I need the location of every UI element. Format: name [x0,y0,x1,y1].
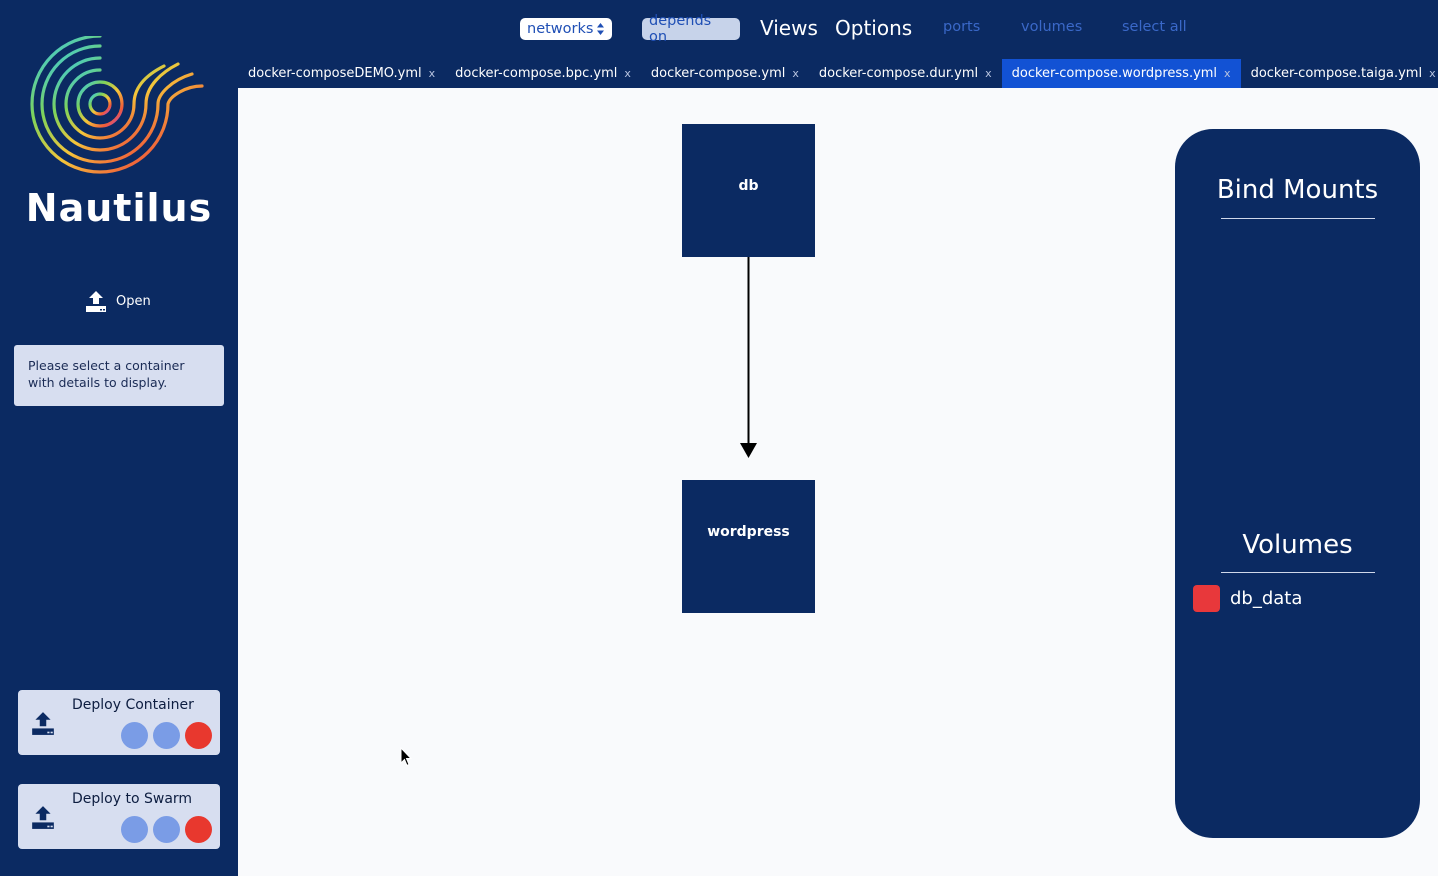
service-node-db[interactable]: db [682,124,815,257]
tab-compose-taiga[interactable]: docker-compose.taiga.yml x [1241,59,1438,88]
open-label: Open [116,293,151,309]
deploy-upload-icon [32,806,54,829]
tab-compose-bpc[interactable]: docker-compose.bpc.yml x [445,59,641,88]
deploy-swarm-label: Deploy to Swarm [72,791,193,807]
tab-close-icon[interactable]: x [429,67,436,80]
volumes-option[interactable]: volumes [1021,19,1082,35]
select-all-option[interactable]: select all [1122,19,1187,35]
volume-color-swatch [1193,585,1220,612]
tab-close-icon[interactable]: x [624,67,631,80]
status-dot [185,816,212,843]
deploy-container-button[interactable]: Deploy Container [18,690,220,755]
service-node-wordpress[interactable]: wordpress [682,480,815,613]
open-file-button[interactable]: Open [84,289,151,313]
tab-compose-demo[interactable]: docker-composeDEMO.yml x [238,59,445,88]
tab-compose-dur[interactable]: docker-compose.dur.yml x [809,59,1002,88]
deploy-container-label: Deploy Container [72,697,194,713]
options-menu[interactable]: Options [835,16,912,40]
depends-on-label: depends on [649,13,712,45]
node-label: db [738,178,759,194]
tab-label: docker-compose.bpc.yml [455,66,618,81]
status-dot [153,722,180,749]
tab-close-icon[interactable]: x [792,67,799,80]
tab-close-icon[interactable]: x [1224,67,1231,80]
tab-close-icon[interactable]: x [985,67,992,80]
node-label: wordpress [707,524,790,540]
mouse-pointer-icon [400,747,412,767]
status-dot [185,722,212,749]
upload-icon [86,291,106,312]
networks-label: networks [527,21,594,37]
tab-label: docker-compose.wordpress.yml [1011,66,1218,81]
mounts-volumes-panel: Bind Mounts Volumes db_data [1175,129,1420,838]
depends-on-toggle[interactable]: depends on [642,13,740,45]
container-details-box: Please select a container with details t… [14,345,224,406]
app-brand-title: Nautilus [25,186,213,230]
ports-option[interactable]: ports [943,19,980,35]
tab-label: docker-compose.taiga.yml [1250,66,1423,81]
details-placeholder-text: Please select a container with details t… [28,358,185,390]
tab-label: docker-composeDEMO.yml [248,66,422,81]
tab-close-icon[interactable]: x [1429,67,1436,80]
top-toolbar: networks depends on Views Options ports … [238,0,1438,56]
chevron-updown-icon [597,23,604,35]
deploy-swarm-status [121,816,212,843]
nautilus-logo-icon [30,36,204,174]
tab-compose[interactable]: docker-compose.yml x [641,59,809,88]
tab-compose-wordpress[interactable]: docker-compose.wordpress.yml x [1001,59,1241,88]
divider [1221,218,1375,219]
volume-item-db-data[interactable]: db_data [1193,585,1302,612]
deploy-upload-icon [32,712,54,735]
status-dot [153,816,180,843]
sidebar: Nautilus Open Please select a container … [0,0,238,876]
status-dot [121,816,148,843]
bind-mounts-title: Bind Mounts [1216,175,1379,205]
networks-select[interactable]: networks [520,18,612,40]
file-tabs: docker-composeDEMO.yml x docker-compose.… [238,59,1438,88]
status-dot [121,722,148,749]
divider [1221,572,1375,573]
graph-canvas[interactable]: db wordpress Bind Mounts Volumes db_data [238,88,1438,876]
volumes-title: Volumes [1242,530,1353,560]
deploy-container-status [121,722,212,749]
deploy-swarm-button[interactable]: Deploy to Swarm [18,784,220,849]
volume-name: db_data [1230,588,1303,609]
tab-label: docker-compose.dur.yml [818,66,979,81]
views-menu[interactable]: Views [760,16,818,40]
tab-label: docker-compose.yml [650,66,786,81]
